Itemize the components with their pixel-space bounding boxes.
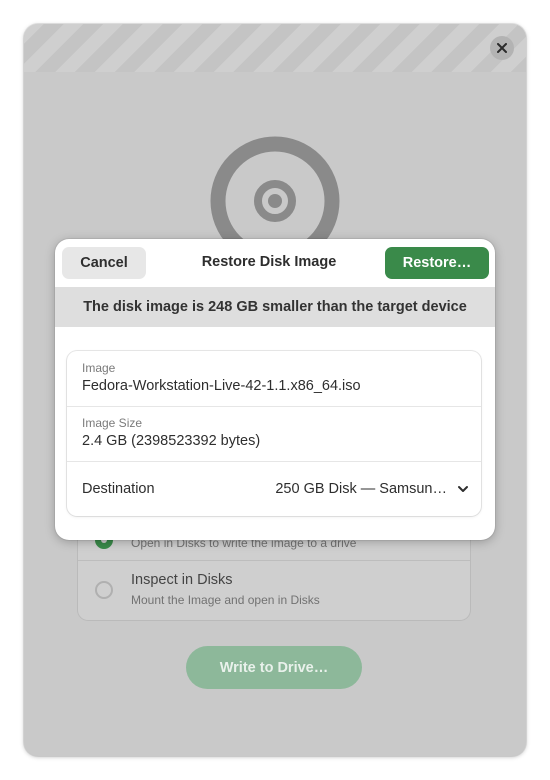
destination-row[interactable]: Destination 250 GB Disk — Samsun… bbox=[67, 462, 481, 516]
radio-button[interactable] bbox=[95, 581, 113, 599]
image-size-value: 2.4 GB (2398523392 bytes) bbox=[82, 433, 261, 449]
dialog-header: Cancel Restore Disk Image Restore… bbox=[55, 239, 495, 287]
write-to-drive-button[interactable]: Write to Drive… bbox=[186, 646, 362, 689]
option-title: Inspect in Disks bbox=[131, 572, 233, 588]
image-properties-card: Image Fedora-Workstation-Live-42-1.1.x86… bbox=[67, 351, 481, 516]
option-inspect-in-disks[interactable]: Inspect in Disks Mount the Image and ope… bbox=[78, 562, 470, 618]
restore-button[interactable]: Restore… bbox=[385, 247, 489, 279]
dialog-title: Restore Disk Image bbox=[201, 254, 337, 270]
image-filename: Fedora-Workstation-Live-42-1.1.x86_64.is… bbox=[82, 378, 361, 394]
destination-dropdown[interactable]: 250 GB Disk — Samsun… bbox=[275, 474, 469, 504]
chevron-down-icon bbox=[458, 486, 468, 492]
image-size-row: Image Size 2.4 GB (2398523392 bytes) bbox=[67, 406, 481, 462]
close-icon bbox=[497, 43, 507, 53]
option-subtitle: Mount the Image and open in Disks bbox=[131, 593, 320, 607]
destination-label: Destination bbox=[82, 481, 155, 497]
cancel-button[interactable]: Cancel bbox=[62, 247, 146, 279]
window-header-stripes bbox=[24, 24, 526, 72]
restore-disk-image-dialog: Cancel Restore Disk Image Restore… The d… bbox=[55, 239, 495, 540]
close-button[interactable] bbox=[490, 36, 514, 60]
size-warning-banner: The disk image is 248 GB smaller than th… bbox=[55, 287, 495, 327]
image-label: Image bbox=[82, 361, 116, 375]
image-size-label: Image Size bbox=[82, 416, 143, 430]
destination-value: 250 GB Disk — Samsun… bbox=[275, 481, 447, 497]
image-row: Image Fedora-Workstation-Live-42-1.1.x86… bbox=[67, 351, 481, 407]
